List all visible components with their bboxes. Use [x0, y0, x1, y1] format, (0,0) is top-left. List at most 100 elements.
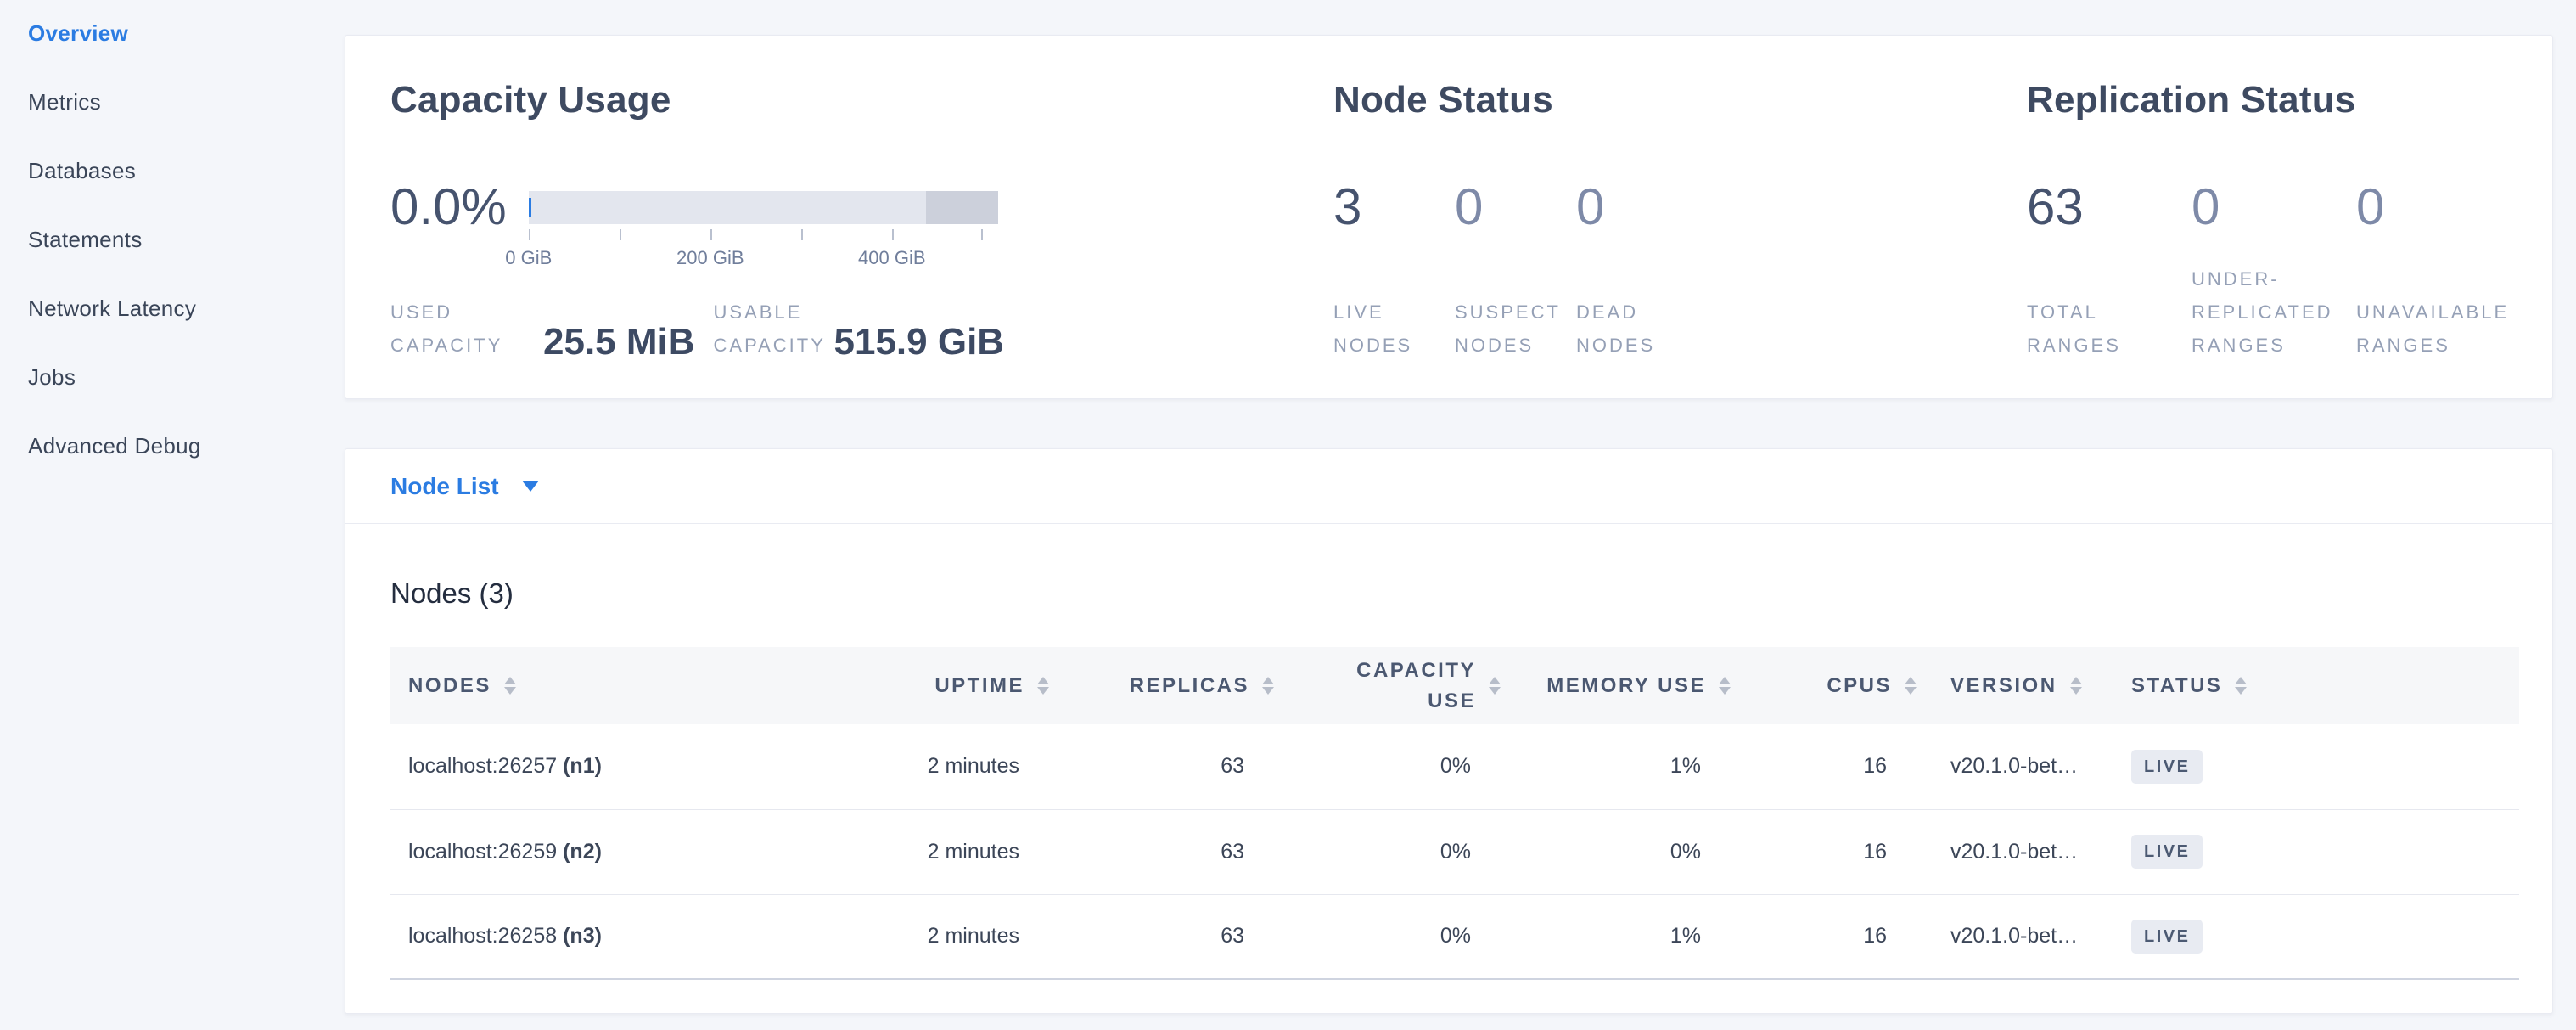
- column-header-status[interactable]: STATUS: [2106, 647, 2519, 724]
- used-capacity-stat: USED CAPACITY 25.5 MiB: [390, 295, 695, 362]
- column-header-uptime[interactable]: UPTIME: [839, 647, 1049, 724]
- column-header-version[interactable]: VERSION: [1917, 647, 2106, 724]
- sidebar-item-metrics[interactable]: Metrics: [28, 91, 331, 114]
- capacity-gauge-ticks: [529, 229, 998, 240]
- node-name: (n3): [563, 924, 602, 948]
- status-cell: LIVE: [2106, 809, 2519, 894]
- memory-use-cell: 0%: [1501, 809, 1731, 894]
- column-header-replicas[interactable]: REPLICAS: [1049, 647, 1274, 724]
- capacity-use-cell: 0%: [1274, 809, 1501, 894]
- node-address-cell[interactable]: localhost:26259 (n2): [390, 809, 839, 894]
- unavailable-ranges-label: UNAVAILABLE RANGES: [2356, 295, 2521, 362]
- sort-icon: [1037, 677, 1049, 695]
- nodes-table-heading: Nodes (3): [390, 574, 2519, 613]
- node-list-dropdown[interactable]: Node List: [345, 449, 2552, 524]
- sort-icon: [2070, 677, 2082, 695]
- usable-capacity-stat: USABLE CAPACITY 515.9 GiB: [714, 295, 1005, 362]
- capacity-use-cell: 0%: [1274, 894, 1501, 979]
- under-replicated-ranges-label: UNDER- REPLICATED RANGES: [2192, 262, 2356, 362]
- total-ranges-stat: 63 TOTAL RANGES: [2027, 181, 2192, 362]
- tick-label-200: 200 GiB: [676, 247, 744, 269]
- capacity-gauge-row: 0.0%: [390, 181, 1333, 234]
- status-badge: LIVE: [2131, 920, 2203, 954]
- under-replicated-ranges-value: 0: [2192, 181, 2356, 234]
- sidebar-item-databases[interactable]: Databases: [28, 160, 331, 183]
- node-address: localhost:26259: [408, 840, 557, 864]
- sort-icon: [1489, 677, 1501, 695]
- under-replicated-ranges-stat: 0 UNDER- REPLICATED RANGES: [2192, 181, 2356, 362]
- memory-use-cell: 1%: [1501, 894, 1731, 979]
- capacity-gauge-other-segment: [926, 191, 998, 224]
- column-header-cpus[interactable]: CPUS: [1731, 647, 1917, 724]
- usable-capacity-label: USABLE CAPACITY: [714, 295, 834, 362]
- tick-label-0: 0 GiB: [505, 247, 552, 269]
- column-header-nodes[interactable]: NODES: [390, 647, 839, 724]
- capacity-gauge-tick-labels: 0 GiB 200 GiB 400 GiB: [529, 247, 998, 269]
- capacity-gauge-track: [529, 191, 998, 224]
- status-badge: LIVE: [2131, 750, 2203, 784]
- table-row[interactable]: localhost:26257 (n1) 2 minutes 63 0% 1% …: [390, 724, 2519, 809]
- sidebar-item-statements[interactable]: Statements: [28, 228, 331, 251]
- table-row[interactable]: localhost:26258 (n3) 2 minutes 63 0% 1% …: [390, 894, 2519, 979]
- suspect-nodes-value: 0: [1455, 181, 1576, 234]
- sidebar-item-overview[interactable]: Overview: [28, 22, 331, 45]
- sidebar-item-advanced-debug[interactable]: Advanced Debug: [28, 435, 331, 458]
- used-capacity-value: 25.5 MiB: [543, 323, 695, 362]
- status-cell: LIVE: [2106, 894, 2519, 979]
- capacity-gauge: 0 GiB 200 GiB 400 GiB: [529, 191, 998, 224]
- page: Overview Metrics Databases Statements Ne…: [0, 0, 2576, 1030]
- status-cell: LIVE: [2106, 724, 2519, 809]
- column-header-capacity-use[interactable]: CAPACITY USE: [1274, 647, 1501, 724]
- version-cell: v20.1.0-bet…: [1917, 724, 2106, 809]
- sidebar: Overview Metrics Databases Statements Ne…: [0, 0, 331, 1030]
- cluster-overview-card: Capacity Usage 0.0%: [345, 35, 2553, 399]
- unavailable-ranges-value: 0: [2356, 181, 2521, 234]
- chevron-down-icon: [522, 481, 539, 492]
- node-address: localhost:26258: [408, 924, 557, 948]
- sort-icon: [1719, 677, 1731, 695]
- replicas-cell: 63: [1049, 724, 1274, 809]
- table-row[interactable]: localhost:26259 (n2) 2 minutes 63 0% 0% …: [390, 809, 2519, 894]
- replication-status-title: Replication Status: [2027, 82, 2552, 119]
- node-address-cell[interactable]: localhost:26258 (n3): [390, 894, 839, 979]
- capacity-stats: USED CAPACITY 25.5 MiB USABLE CAPACITY 5…: [390, 295, 1333, 362]
- node-name: (n2): [563, 840, 602, 864]
- usable-capacity-label-line2: CAPACITY: [714, 329, 834, 362]
- replication-status-section: Replication Status 63 TOTAL RANGES 0 UND…: [2027, 82, 2552, 362]
- sort-icon: [1905, 677, 1917, 695]
- used-capacity-label-line1: USED: [390, 295, 543, 329]
- main-content: Capacity Usage 0.0%: [345, 35, 2553, 1030]
- node-status-title: Node Status: [1333, 82, 2027, 119]
- cpus-cell: 16: [1731, 894, 1917, 979]
- sort-icon: [504, 677, 516, 695]
- live-nodes-value: 3: [1333, 181, 1455, 234]
- column-header-memory-use[interactable]: MEMORY USE: [1501, 647, 1731, 724]
- dead-nodes-label: DEAD NODES: [1576, 295, 1698, 362]
- nodes-table: NODES UPTIME REPLICAS: [390, 647, 2519, 980]
- node-list-card: Node List Nodes (3) NODES: [345, 448, 2553, 1014]
- capacity-use-cell: 0%: [1274, 724, 1501, 809]
- usable-capacity-label-line1: USABLE: [714, 295, 834, 329]
- suspect-nodes-stat: 0 SUSPECT NODES: [1455, 181, 1576, 362]
- version-cell: v20.1.0-bet…: [1917, 809, 2106, 894]
- replication-stats: 63 TOTAL RANGES 0 UNDER- REPLICATED RANG…: [2027, 181, 2552, 362]
- sidebar-item-jobs[interactable]: Jobs: [28, 366, 331, 389]
- sidebar-item-network-latency[interactable]: Network Latency: [28, 297, 331, 320]
- capacity-usage-section: Capacity Usage 0.0%: [390, 82, 1333, 362]
- status-badge: LIVE: [2131, 835, 2203, 869]
- uptime-cell: 2 minutes: [839, 894, 1049, 979]
- memory-use-cell: 1%: [1501, 724, 1731, 809]
- capacity-gauge-used-marker: [529, 198, 531, 217]
- nodes-table-section: Nodes (3) NODES UPTIME: [345, 524, 2552, 1013]
- node-list-dropdown-label: Node List: [390, 473, 499, 500]
- sort-icon: [1262, 677, 1274, 695]
- replicas-cell: 63: [1049, 809, 1274, 894]
- capacity-usage-title: Capacity Usage: [390, 82, 1333, 119]
- total-ranges-label: TOTAL RANGES: [2027, 295, 2192, 362]
- uptime-cell: 2 minutes: [839, 809, 1049, 894]
- node-address-cell[interactable]: localhost:26257 (n1): [390, 724, 839, 809]
- tick-label-400: 400 GiB: [858, 247, 926, 269]
- dead-nodes-value: 0: [1576, 181, 1698, 234]
- node-status-stats: 3 LIVE NODES 0 SUSPECT NODES: [1333, 181, 2027, 362]
- node-status-section: Node Status 3 LIVE NODES 0 SUSPECT NODE: [1333, 82, 2027, 362]
